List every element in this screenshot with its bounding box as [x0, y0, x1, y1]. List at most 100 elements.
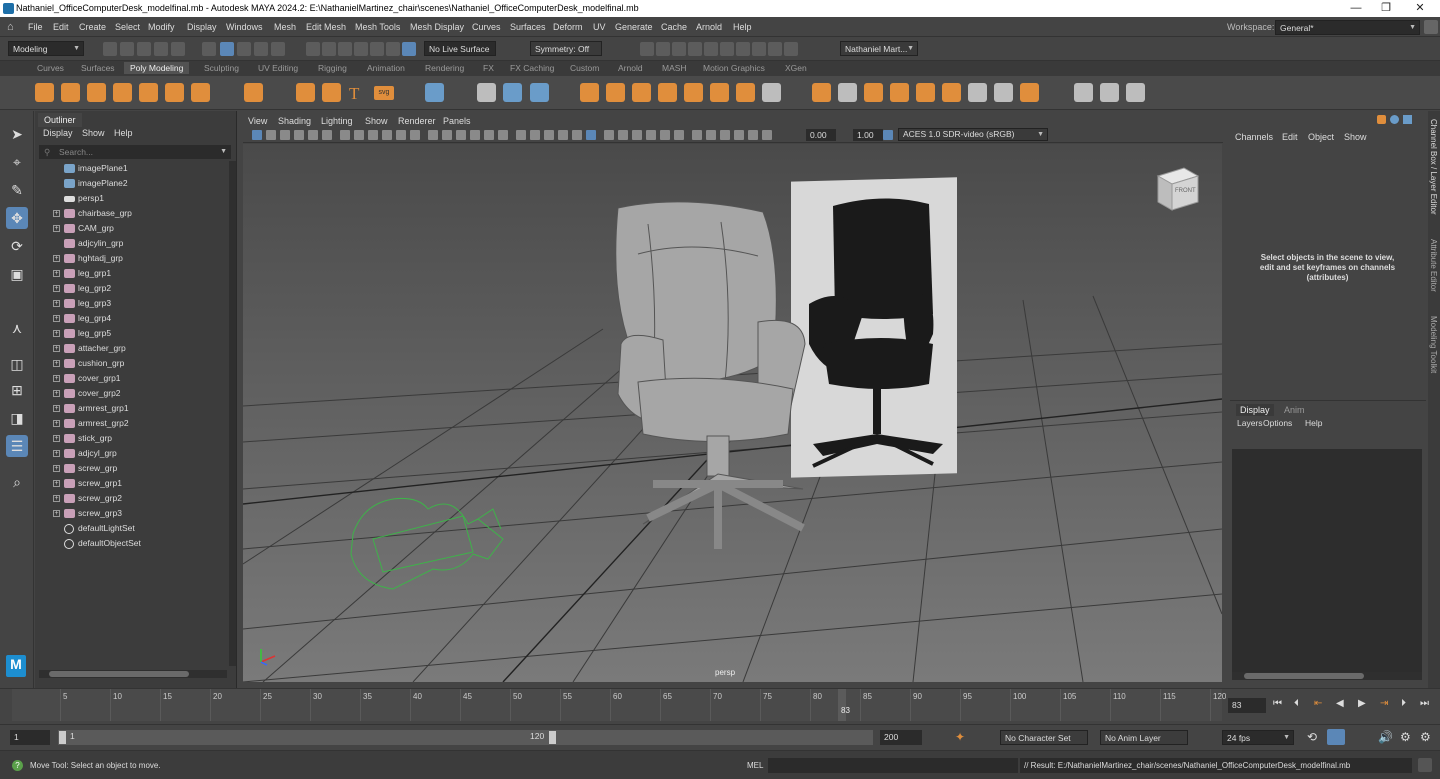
expand-icon[interactable]: + [53, 420, 60, 427]
combine-icon[interactable] [477, 83, 496, 102]
pin-icon[interactable] [1403, 115, 1412, 124]
layer-list[interactable] [1232, 449, 1422, 672]
viewport-toolbar-icon[interactable] [530, 130, 540, 140]
svg-tool-icon[interactable]: svg [374, 86, 394, 100]
play-forwards-icon[interactable]: ▶ [1358, 698, 1366, 709]
viewport-toolbar-icon[interactable] [368, 130, 378, 140]
platonic-solid-icon[interactable] [244, 83, 263, 102]
outliner-item[interactable]: + stick_grp [35, 431, 225, 446]
paint-select-tool-icon[interactable]: ✎ [6, 179, 28, 201]
viewport-toolbar-icon[interactable] [748, 130, 758, 140]
viewport-toolbar-icon[interactable] [252, 130, 262, 140]
last-tool-icon[interactable]: ⋏ [6, 317, 28, 339]
viewport-menu-lighting[interactable]: Lighting [321, 116, 353, 126]
lasso-tool-icon[interactable]: ⌖ [6, 151, 28, 173]
graph-icon[interactable] [1377, 115, 1386, 124]
expand-icon[interactable]: + [53, 510, 60, 517]
outliner-menu-display[interactable]: Display [43, 128, 73, 138]
menu-curves[interactable]: Curves [472, 22, 501, 32]
expand-icon[interactable]: + [53, 435, 60, 442]
bend-icon[interactable] [1074, 83, 1093, 102]
outliner-item[interactable]: + screw_grp [35, 461, 225, 476]
shelf-tab-rigging[interactable]: Rigging [318, 63, 347, 73]
outliner-search-input[interactable]: Search... ⚲ ▼ [39, 145, 231, 159]
single-view-layout-icon[interactable]: ◫ [6, 353, 28, 375]
expand-icon[interactable]: + [53, 300, 60, 307]
remesh-icon[interactable] [968, 83, 987, 102]
snap-to-view-icon[interactable] [338, 42, 352, 56]
shelf-tab-curves[interactable]: Curves [37, 63, 64, 73]
menu-surfaces[interactable]: Surfaces [510, 22, 546, 32]
step-back-frame-icon[interactable]: ⏴ [1294, 698, 1299, 709]
shelf-tab-arnold[interactable]: Arnold [618, 63, 643, 73]
anim-layer-dropdown[interactable]: No Anim Layer [1100, 730, 1188, 745]
outliner-item[interactable]: + armrest_grp1 [35, 401, 225, 416]
viewport-toolbar-icon[interactable] [266, 130, 276, 140]
layer-tab-display[interactable]: Display [1236, 404, 1274, 416]
viewport-toolbar-icon[interactable] [572, 130, 582, 140]
viewport-toolbar-icon[interactable] [308, 130, 318, 140]
close-button[interactable]: ✕ [1405, 0, 1435, 17]
outliner-item[interactable]: defaultLightSet [35, 521, 225, 536]
layer-menu-options[interactable]: Options [1263, 418, 1292, 428]
viewport-toolbar-icon[interactable] [720, 130, 730, 140]
channel-box-menu-channels[interactable]: Channels [1235, 132, 1273, 142]
menu-windows[interactable]: Windows [226, 22, 263, 32]
bridge-icon[interactable] [606, 83, 625, 102]
shelf-tab-poly-modeling[interactable]: Poly Modeling [124, 62, 190, 74]
scrollbar-thumb[interactable] [1244, 673, 1364, 679]
poly-torus-icon[interactable] [139, 83, 158, 102]
make-live-icon[interactable] [354, 42, 368, 56]
viewport-toolbar-icon[interactable] [322, 130, 332, 140]
viewport-toolbar-icon[interactable] [762, 130, 772, 140]
menu-uv[interactable]: UV [593, 22, 606, 32]
play-backwards-icon[interactable]: ◀ [1336, 698, 1344, 709]
expand-icon[interactable]: + [53, 255, 60, 262]
symmetry-dropdown[interactable]: Symmetry: Off [530, 41, 602, 56]
viewport-toolbar-icon[interactable] [498, 130, 508, 140]
shelf-tab-xgen[interactable]: XGen [785, 63, 807, 73]
menu-file[interactable]: File [28, 22, 43, 32]
viewport-toolbar-icon[interactable] [340, 130, 350, 140]
command-line-input[interactable] [768, 758, 1018, 773]
viewport-toolbar-icon[interactable] [544, 130, 554, 140]
shelf-tab-fx-caching[interactable]: FX Caching [510, 63, 554, 73]
viewport-menu-renderer[interactable]: Renderer [398, 116, 436, 126]
render-toolbar-icon[interactable] [784, 42, 798, 56]
range-slider[interactable]: 1 120 [58, 730, 873, 745]
viewport-toolbar-icon[interactable] [382, 130, 392, 140]
menu-set-dropdown[interactable]: Modeling ▼ [8, 41, 84, 56]
render-toolbar-icon[interactable] [688, 42, 702, 56]
sweep-mesh-icon[interactable] [322, 83, 341, 102]
select-object-icon[interactable] [220, 42, 234, 56]
viewport-toolbar-icon[interactable] [674, 130, 684, 140]
gamma-field[interactable]: 1.00 [853, 129, 883, 141]
persp-viewport[interactable]: FRONT persp [243, 144, 1222, 682]
character-set-dropdown[interactable]: No Character Set [1000, 730, 1088, 745]
side-tab-modeling-toolkit[interactable]: Modeling Toolkit [1429, 316, 1438, 373]
viewport-toolbar-icon[interactable] [410, 130, 420, 140]
poly-plane-icon[interactable] [165, 83, 184, 102]
expand-icon[interactable]: + [53, 345, 60, 352]
channel-box-menu-edit[interactable]: Edit [1282, 132, 1298, 142]
expand-icon[interactable]: + [53, 450, 60, 457]
text-tool-icon[interactable]: T [349, 84, 359, 104]
outliner-item[interactable]: + screw_grp1 [35, 476, 225, 491]
outliner-item[interactable]: imagePlane2 [35, 176, 225, 191]
viewport-menu-show[interactable]: Show [365, 116, 388, 126]
open-scene-icon[interactable] [120, 42, 134, 56]
color-management-icon[interactable] [883, 130, 893, 140]
mirror-icon[interactable] [812, 83, 831, 102]
render-toolbar-icon[interactable] [672, 42, 686, 56]
viewport-toolbar-icon[interactable] [484, 130, 494, 140]
expand-icon[interactable]: + [53, 315, 60, 322]
viewport-toolbar-icon[interactable] [646, 130, 656, 140]
expand-icon[interactable]: + [53, 465, 60, 472]
viewport-menu-view[interactable]: View [248, 116, 267, 126]
ipr-render-icon[interactable] [402, 42, 416, 56]
smooth-icon[interactable] [530, 83, 549, 102]
outliner-item[interactable]: + leg_grp4 [35, 311, 225, 326]
super-shape-icon[interactable] [296, 83, 315, 102]
poly-sphere-icon[interactable] [35, 83, 54, 102]
redo-icon[interactable] [171, 42, 185, 56]
